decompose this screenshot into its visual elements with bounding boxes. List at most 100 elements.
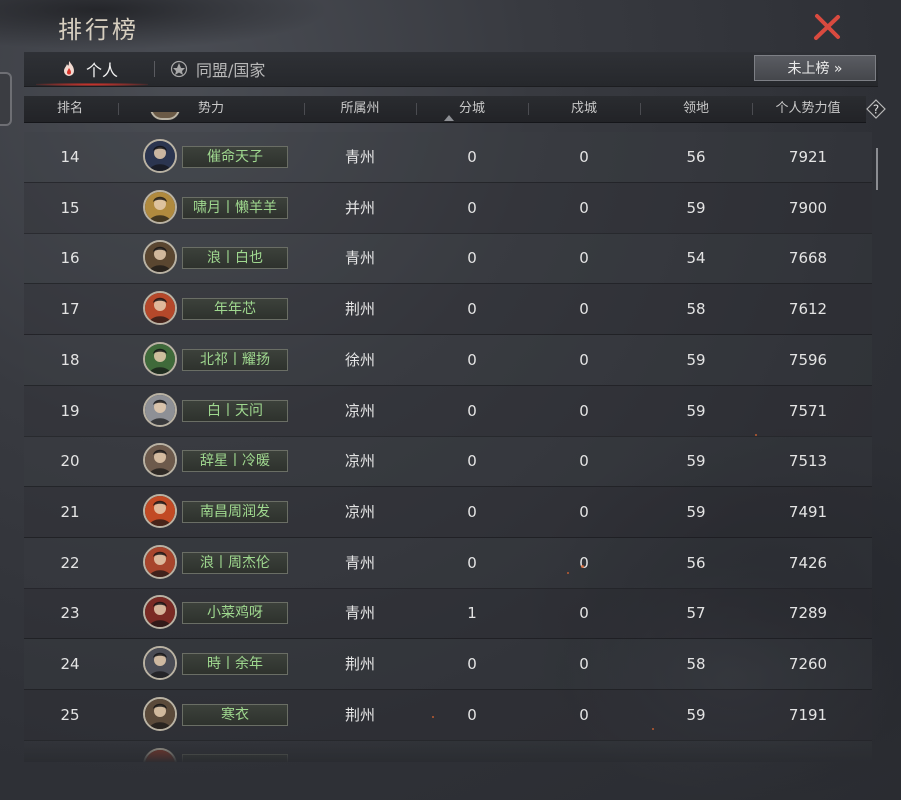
province: 青州 [344, 553, 375, 572]
rank-number: 20 [60, 452, 80, 471]
portrait-icon [145, 445, 175, 476]
territory: 56 [686, 553, 706, 572]
player-name[interactable]: 寒衣 [182, 703, 288, 726]
territory: 59 [686, 452, 706, 471]
garrison-cities: 0 [579, 148, 589, 166]
garrison-cities: 0 [579, 604, 589, 623]
province: 青州 [344, 249, 375, 268]
avatar[interactable] [143, 544, 177, 579]
avatar[interactable] [143, 291, 177, 326]
table-row[interactable]: 17 年年芯 荆州 0 0 58 7612 [24, 284, 872, 336]
territory: 54 [686, 249, 706, 268]
tab-alliance-label: 同盟/国家 [196, 61, 266, 80]
table-row[interactable]: 15 啸月丨懒羊羊 并州 0 0 59 7900 [24, 182, 872, 234]
garrison-cities: 0 [579, 198, 589, 217]
province: 凉州 [344, 502, 375, 521]
table-row[interactable]: 23 小菜鸡呀 青州 1 0 57 7289 [24, 588, 872, 640]
player-name[interactable]: 啸月丨懒羊羊 [182, 196, 288, 219]
player-name[interactable]: 年年芯 [182, 298, 288, 321]
province: 荆州 [344, 300, 375, 319]
avatar[interactable] [143, 696, 177, 731]
rank-number: 23 [60, 604, 80, 623]
portrait-icon [145, 394, 175, 425]
table-row[interactable]: 19 白丨天问 凉州 0 0 59 7571 [24, 385, 872, 437]
rank-number: 17 [60, 300, 80, 319]
scrollbar[interactable] [876, 148, 878, 190]
province: 青州 [344, 148, 375, 166]
territory: 59 [686, 502, 706, 521]
tab-personal[interactable]: 个人 [35, 52, 149, 86]
province: 青州 [344, 604, 375, 623]
avatar[interactable] [143, 139, 177, 173]
branch-cities: 0 [467, 655, 477, 673]
avatar[interactable] [143, 341, 177, 376]
player-name[interactable]: 白丨天问 [182, 399, 288, 422]
player-name[interactable]: 辞星丨冷暖 [182, 450, 288, 473]
table-row[interactable]: 16 浪丨白也 青州 0 0 54 7668 [24, 233, 872, 285]
list-fade [24, 740, 872, 762]
table-row[interactable]: 20 辞星丨冷暖 凉州 0 0 59 7513 [24, 436, 872, 488]
svg-text:?: ? [873, 103, 879, 117]
player-name[interactable]: 浪丨白也 [182, 247, 288, 270]
avatar[interactable] [143, 646, 177, 680]
rank-number: 24 [60, 655, 80, 673]
province: 徐州 [344, 350, 375, 369]
power-value: 7571 [788, 401, 828, 420]
portrait-icon [145, 495, 175, 526]
avatar[interactable] [143, 240, 177, 275]
branch-cities: 0 [467, 705, 477, 724]
portrait-icon [145, 141, 175, 171]
tab-alliance-nation[interactable]: 同盟/国家 [170, 52, 265, 86]
garrison-cities: 0 [579, 655, 589, 673]
portrait-icon [145, 698, 175, 729]
portrait-icon [145, 242, 175, 273]
rank-number: 15 [60, 198, 80, 217]
portrait-icon [145, 597, 175, 628]
player-name[interactable]: 北祁丨耀扬 [182, 348, 288, 371]
province: 荆州 [344, 705, 375, 724]
province: 凉州 [344, 401, 375, 420]
table-row[interactable]: 21 南昌周润发 凉州 0 0 59 7491 [24, 486, 872, 538]
branch-cities: 0 [467, 553, 477, 572]
branch-cities: 0 [467, 502, 477, 521]
avatar[interactable] [143, 443, 177, 478]
power-value: 7191 [788, 705, 828, 724]
table-row[interactable]: 24 時丨余年 荆州 0 0 58 7260 [24, 639, 872, 690]
power-value: 7491 [788, 502, 828, 521]
avatar[interactable] [143, 392, 177, 427]
close-button[interactable] [812, 12, 842, 42]
avatar[interactable] [143, 595, 177, 630]
avatar[interactable] [143, 189, 177, 224]
branch-cities: 0 [467, 350, 477, 369]
territory: 59 [686, 705, 706, 724]
garrison-cities: 0 [579, 452, 589, 471]
rank-number: 21 [60, 502, 80, 521]
garrison-cities: 0 [579, 502, 589, 521]
table-row[interactable]: 18 北祁丨耀扬 徐州 0 0 59 7596 [24, 334, 872, 386]
rank-number: 19 [60, 401, 80, 420]
branch-cities: 0 [467, 249, 477, 268]
player-name[interactable]: 浪丨周杰伦 [182, 551, 288, 574]
rank-number: 16 [60, 249, 80, 268]
table-row[interactable]: 14 催命天子 青州 0 0 56 7921 [24, 132, 872, 183]
player-name[interactable]: 時丨余年 [182, 653, 288, 675]
table-row[interactable]: 25 寒衣 荆州 0 0 59 7191 [24, 689, 872, 741]
page-title: 排行榜 [58, 16, 139, 44]
portrait-icon [145, 546, 175, 577]
territory: 59 [686, 401, 706, 420]
close-icon [814, 14, 840, 40]
unlisted-button[interactable]: 未上榜 » [754, 55, 876, 81]
power-value: 7289 [788, 604, 828, 623]
branch-cities: 0 [467, 452, 477, 471]
branch-cities: 0 [467, 148, 477, 166]
territory: 56 [686, 148, 706, 166]
alliance-emblem-icon [170, 60, 188, 78]
avatar[interactable] [143, 493, 177, 528]
player-name[interactable]: 南昌周润发 [182, 500, 288, 523]
player-name[interactable]: 催命天子 [182, 146, 288, 168]
side-handle[interactable] [0, 72, 12, 126]
ranking-list[interactable]: 14 催命天子 青州 0 0 56 7921 15 啸月丨懒羊羊 并州 0 0 … [24, 122, 872, 762]
player-name[interactable]: 小菜鸡呀 [182, 602, 288, 625]
table-row[interactable]: 22 浪丨周杰伦 青州 0 0 56 7426 [24, 537, 872, 589]
garrison-cities: 0 [579, 705, 589, 724]
